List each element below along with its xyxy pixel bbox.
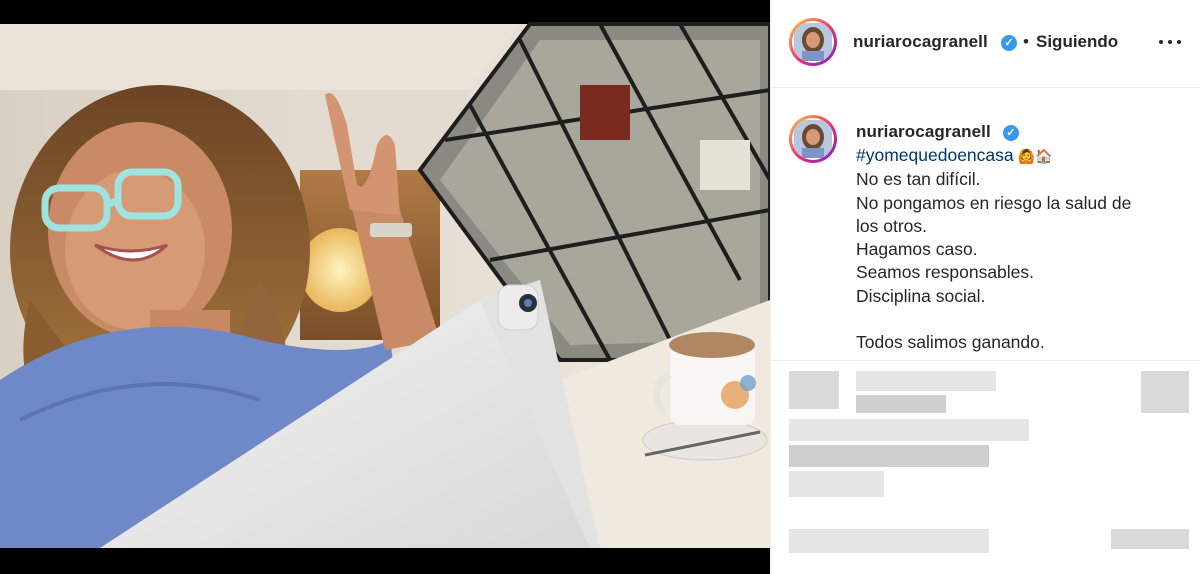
- username[interactable]: nuriarocagranell: [853, 32, 988, 52]
- more-options-icon[interactable]: [1159, 30, 1183, 54]
- pixelated-text: [789, 419, 1029, 441]
- avatar[interactable]: [789, 18, 837, 66]
- caption-username[interactable]: nuriarocagranell: [856, 122, 991, 142]
- pixelated-text: [789, 445, 989, 467]
- pixelated-avatar: [789, 371, 839, 409]
- caption-line: No pongamos en riesgo la salud de: [856, 192, 1132, 213]
- caption-text: #yomequedoencasa 🙆🏠 No es tan difícil. No…: [856, 144, 1176, 354]
- caption: nuriarocagranell ✓ #yomequedoencasa 🙆🏠 No…: [771, 89, 1200, 359]
- verified-badge-icon: ✓: [1003, 125, 1019, 141]
- caption-line: [856, 308, 1176, 331]
- post-image: [0, 0, 770, 574]
- pixelated-text: [789, 471, 884, 497]
- caption-avatar[interactable]: [789, 115, 837, 163]
- avatar-image: [794, 23, 832, 61]
- separator-dot: •: [1023, 32, 1029, 51]
- pixelated-text: [789, 529, 989, 553]
- caption-line: Hagamos caso.: [856, 239, 978, 260]
- caption-line: los otros.: [856, 215, 927, 236]
- post-photo[interactable]: [0, 0, 770, 574]
- caption-line: Todos salimos ganando.: [856, 332, 1045, 353]
- verified-badge-icon: ✓: [1001, 35, 1017, 51]
- pixelated-text: [856, 395, 946, 413]
- hashtag-link[interactable]: #yomequedoencasa: [856, 145, 1014, 165]
- post-header: nuriarocagranell ✓ • Siguiendo: [771, 0, 1200, 88]
- pixelated-comments-area: [771, 360, 1200, 574]
- caption-line: No es tan difícil.: [856, 169, 981, 190]
- caption-line: Seamos responsables.: [856, 262, 1035, 283]
- avatar-image: [794, 120, 832, 158]
- caption-line: Disciplina social.: [856, 285, 986, 306]
- post-details-panel: nuriarocagranell ✓ • Siguiendo nuriaroca…: [770, 0, 1200, 574]
- following-button[interactable]: Siguiendo: [1036, 32, 1118, 52]
- pixelated-text: [856, 371, 996, 391]
- caption-hashtag-line: #yomequedoencasa 🙆🏠: [856, 144, 1176, 168]
- pixelated-icon: [1111, 529, 1189, 549]
- pixelated-icon: [1141, 371, 1189, 413]
- caption-emojis: 🙆🏠: [1017, 148, 1053, 164]
